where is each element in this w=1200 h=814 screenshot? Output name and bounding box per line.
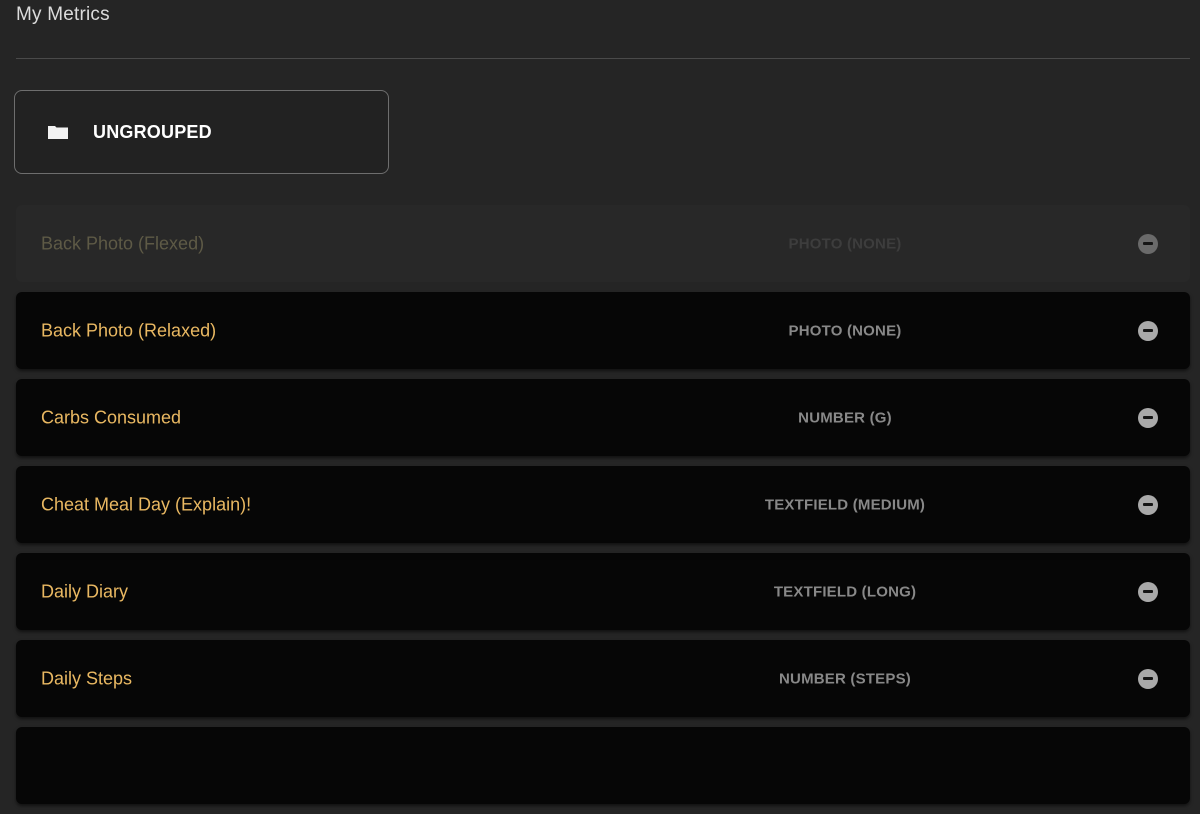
metric-row[interactable]: Carbs Consumed NUMBER (G) [16, 379, 1190, 456]
folder-icon [47, 124, 69, 140]
metric-row-partial[interactable] [16, 727, 1190, 804]
metric-row[interactable]: Daily Diary TEXTFIELD (LONG) [16, 553, 1190, 630]
metric-type: PHOTO (NONE) [788, 235, 902, 252]
metric-type: PHOTO (NONE) [788, 322, 902, 339]
remove-metric-button[interactable] [1138, 494, 1158, 515]
minus-icon [1143, 416, 1153, 419]
remove-metric-button[interactable] [1138, 668, 1158, 689]
remove-metric-button[interactable] [1138, 407, 1158, 428]
metric-row[interactable]: Back Photo (Flexed) PHOTO (NONE) [16, 205, 1190, 282]
remove-metric-button[interactable] [1138, 233, 1158, 254]
metric-name: Daily Steps [41, 668, 133, 688]
group-label: UNGROUPED [93, 121, 212, 142]
metric-row[interactable]: Back Photo (Relaxed) PHOTO (NONE) [16, 292, 1190, 369]
metric-name: Back Photo (Relaxed) [41, 320, 217, 340]
minus-icon [1143, 329, 1153, 332]
metric-list: Back Photo (Flexed) PHOTO (NONE) Back Ph… [16, 205, 1190, 814]
minus-icon [1143, 503, 1153, 506]
minus-icon [1143, 677, 1153, 680]
minus-icon [1143, 590, 1153, 593]
metric-name: Back Photo (Flexed) [41, 233, 205, 253]
metric-name: Carbs Consumed [41, 407, 182, 427]
metric-type: TEXTFIELD (LONG) [773, 583, 917, 600]
group-ungrouped-card[interactable]: UNGROUPED [14, 90, 389, 174]
metric-type: NUMBER (STEPS) [779, 670, 911, 687]
remove-metric-button[interactable] [1138, 581, 1158, 602]
metric-name: Daily Diary [41, 581, 129, 601]
minus-icon [1143, 242, 1153, 245]
metric-type: NUMBER (G) [798, 409, 892, 426]
metric-name: Cheat Meal Day (Explain)! [41, 494, 252, 514]
metric-type: TEXTFIELD (MEDIUM) [764, 496, 926, 513]
metric-row[interactable]: Daily Steps NUMBER (STEPS) [16, 640, 1190, 717]
title-divider [16, 58, 1190, 59]
page-title: My Metrics [16, 4, 110, 25]
remove-metric-button[interactable] [1138, 320, 1158, 341]
metric-row[interactable]: Cheat Meal Day (Explain)! TEXTFIELD (MED… [16, 466, 1190, 543]
